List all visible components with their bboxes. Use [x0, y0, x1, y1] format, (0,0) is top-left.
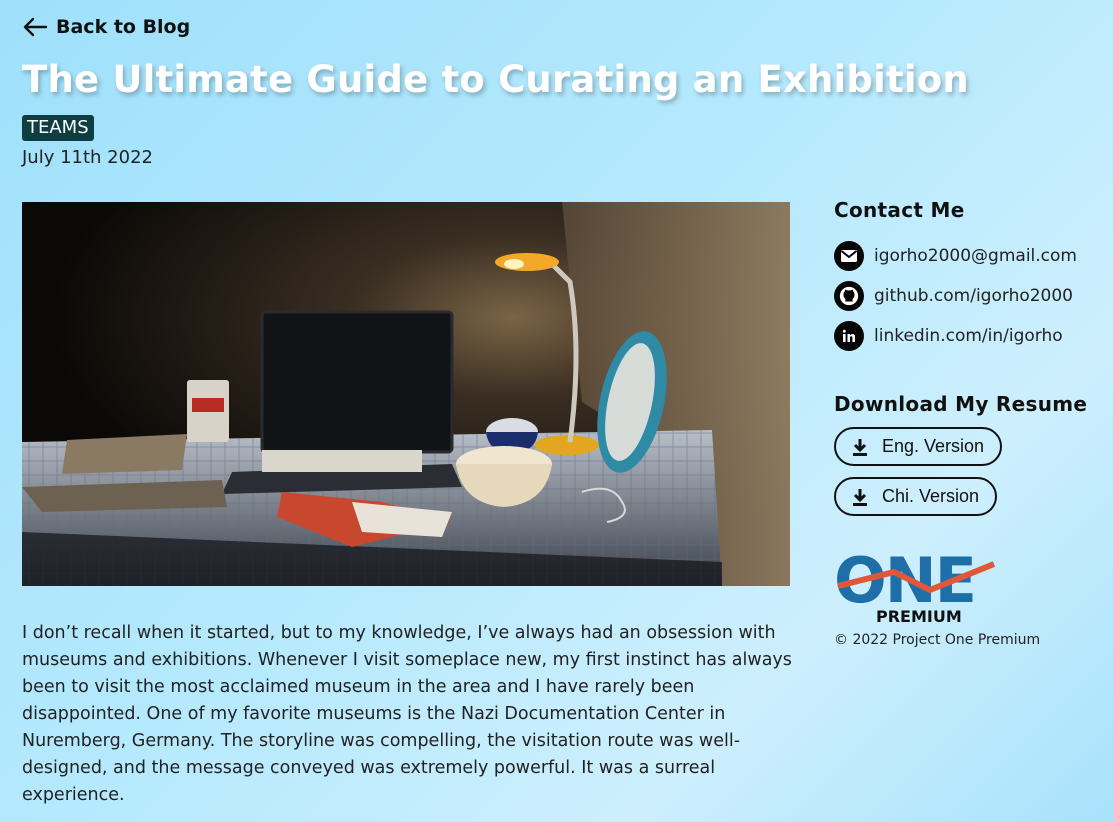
download-chi-resume-button[interactable]: Chi. Version: [834, 477, 998, 516]
contact-github-label: github.com/igorho2000: [874, 286, 1074, 306]
email-icon: [834, 241, 864, 271]
linkedin-icon: [834, 321, 864, 351]
logo-sub-text: PREMIUM: [876, 607, 962, 626]
arrow-left-icon: [23, 17, 48, 37]
sidebar: Contact Me igorho2000@gmail.com github.c…: [834, 198, 1104, 648]
contact-linkedin-label: linkedin.com/in/igorho: [874, 326, 1063, 346]
article-paragraph: I don’t recall when it started, but to m…: [22, 623, 792, 805]
download-chi-label: Chi. Version: [882, 486, 980, 506]
contact-list: igorho2000@gmail.com github.com/igorho20…: [834, 236, 1104, 356]
back-to-blog-link[interactable]: Back to Blog: [22, 16, 190, 38]
hero-image: [22, 202, 790, 586]
download-eng-resume-button[interactable]: Eng. Version: [834, 427, 1003, 466]
contact-heading: Contact Me: [834, 198, 965, 222]
back-link-label: Back to Blog: [56, 16, 191, 38]
contact-email-label: igorho2000@gmail.com: [874, 246, 1077, 266]
one-premium-logo: ONE PREMIUM: [834, 544, 999, 626]
contact-linkedin[interactable]: linkedin.com/in/igorho: [834, 316, 1104, 356]
category-tag[interactable]: TEAMS: [22, 115, 94, 141]
page-title: The Ultimate Guide to Curating an Exhibi…: [22, 58, 969, 101]
copyright-text: © 2022 Project One Premium: [834, 632, 1041, 648]
github-icon: [834, 281, 864, 311]
resume-heading: Download My Resume: [834, 392, 1088, 416]
contact-email[interactable]: igorho2000@gmail.com: [834, 236, 1104, 276]
download-eng-label: Eng. Version: [882, 436, 985, 456]
download-icon: [853, 438, 867, 456]
post-date: July 11th 2022: [22, 147, 153, 168]
download-icon: [853, 488, 867, 506]
contact-github[interactable]: github.com/igorho2000: [834, 276, 1104, 316]
